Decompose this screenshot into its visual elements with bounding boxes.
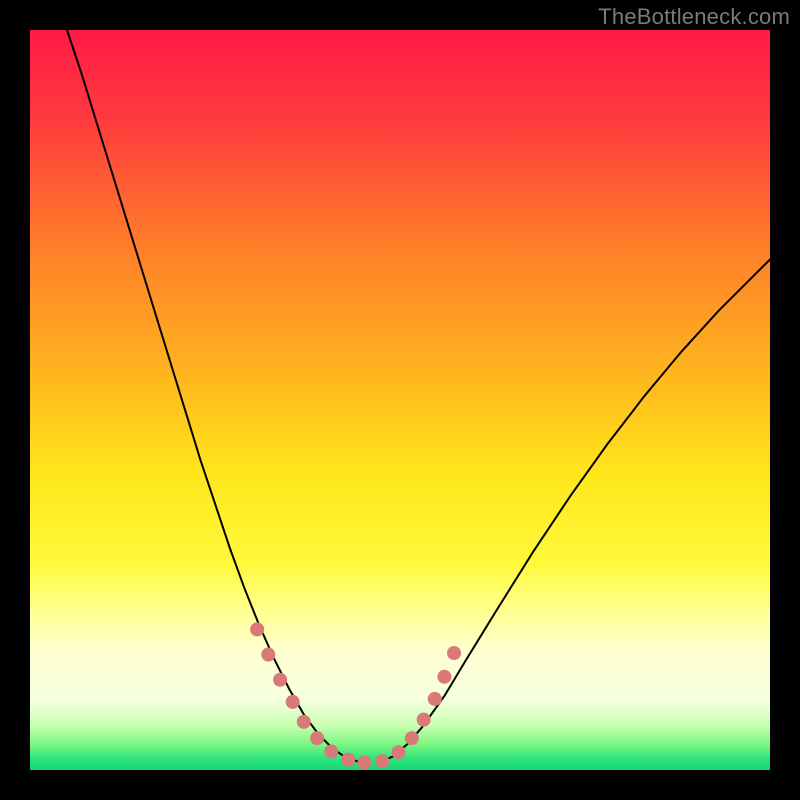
watermark-text: TheBottleneck.com (598, 4, 790, 30)
chart-plot (30, 30, 770, 770)
marker-dot (286, 695, 300, 709)
marker-dot (261, 648, 275, 662)
marker-dot (357, 756, 371, 770)
marker-dot (405, 731, 419, 745)
marker-dot (324, 744, 338, 758)
marker-dot (310, 731, 324, 745)
marker-dot (447, 646, 461, 660)
marker-dot (437, 670, 451, 684)
marker-dot (273, 673, 287, 687)
marker-dot (417, 713, 431, 727)
marker-dot (428, 692, 442, 706)
marker-dot (341, 753, 355, 767)
marker-dot (297, 715, 311, 729)
plot-background (30, 30, 770, 770)
marker-dot (250, 622, 264, 636)
marker-dot (375, 754, 389, 768)
chart-frame: TheBottleneck.com (0, 0, 800, 800)
marker-dot (391, 745, 405, 759)
